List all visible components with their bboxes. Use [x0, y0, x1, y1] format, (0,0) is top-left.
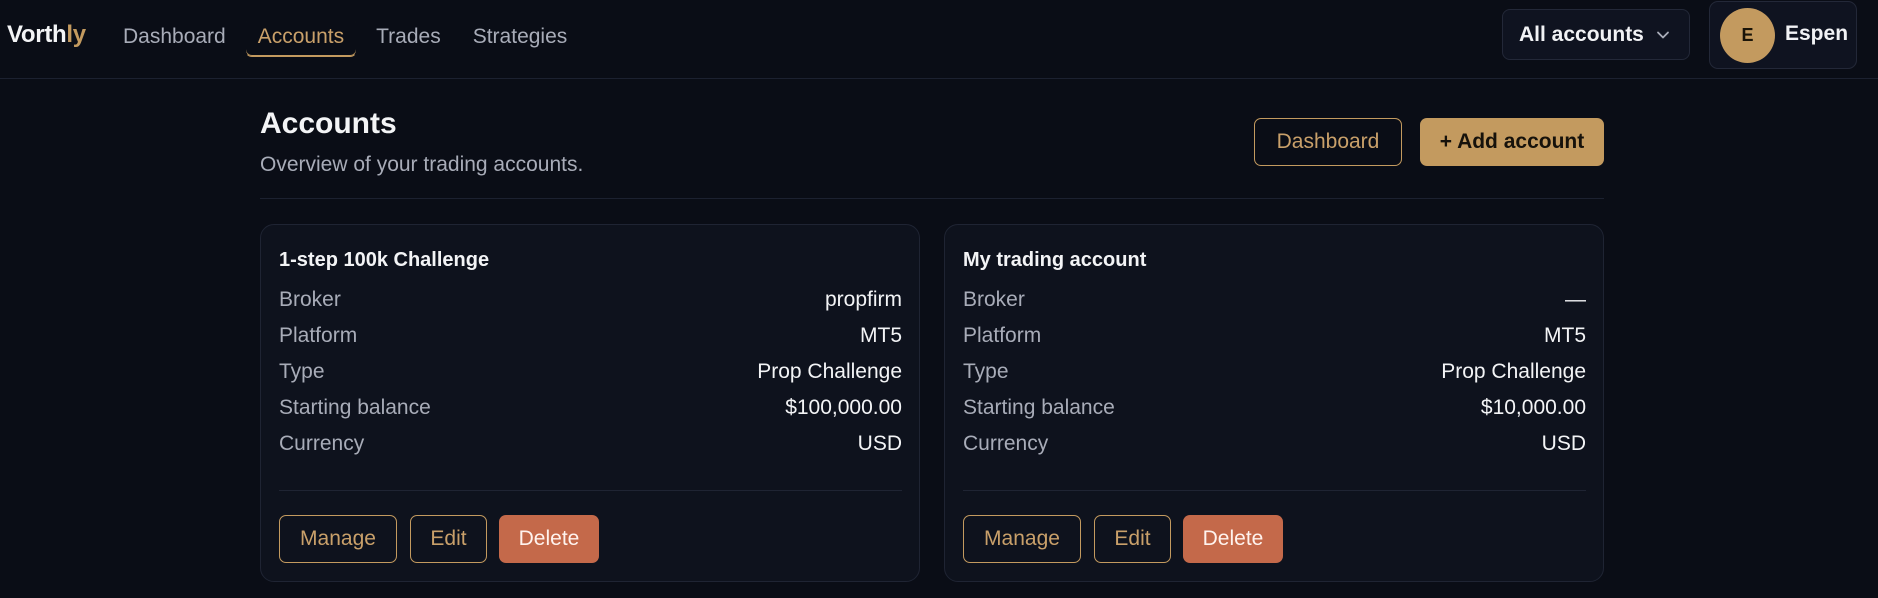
card-divider [279, 490, 902, 491]
currency-row: Currency USD [963, 429, 1586, 459]
starting-balance-row: Starting balance $10,000.00 [963, 393, 1586, 423]
account-name: 1-step 100k Challenge [279, 249, 490, 271]
type-row: Type Prop Challenge [279, 357, 902, 387]
type-label: Type [963, 360, 1009, 383]
type-label: Type [279, 360, 325, 383]
broker-row: Broker — [963, 285, 1586, 315]
edit-button[interactable]: Edit [410, 515, 487, 563]
currency-label: Currency [279, 432, 365, 455]
platform-row: Platform MT5 [279, 321, 902, 351]
user-name: Espen [1785, 22, 1849, 45]
header-divider [260, 198, 1604, 199]
account-filter-select[interactable]: All accounts [1502, 9, 1690, 60]
type-value: Prop Challenge [1441, 360, 1586, 383]
nav-item-dashboard[interactable]: Dashboard [110, 17, 239, 57]
platform-value: MT5 [860, 324, 902, 347]
broker-value: — [1565, 288, 1586, 311]
platform-label: Platform [279, 324, 358, 347]
brand-name-part-2: ly [66, 21, 86, 48]
broker-row: Broker propfirm [279, 285, 902, 315]
account-card: My trading account Broker — Platform MT5… [944, 224, 1604, 582]
currency-row: Currency USD [279, 429, 902, 459]
card-divider [963, 490, 1586, 491]
currency-value: USD [857, 432, 902, 455]
dashboard-button[interactable]: Dashboard [1254, 118, 1402, 166]
platform-row: Platform MT5 [963, 321, 1586, 351]
delete-button[interactable]: Delete [499, 515, 599, 563]
manage-button[interactable]: Manage [279, 515, 397, 563]
type-row: Type Prop Challenge [963, 357, 1586, 387]
broker-value: propfirm [824, 288, 902, 311]
avatar: E [1720, 8, 1775, 63]
account-name: My trading account [963, 249, 1147, 271]
delete-button[interactable]: Delete [1183, 515, 1283, 563]
broker-label: Broker [963, 288, 1025, 311]
starting-balance-value: $100,000.00 [785, 396, 902, 419]
account-filter-value: All accounts [1519, 22, 1644, 46]
chevron-down-icon [1657, 31, 1669, 39]
starting-balance-label: Starting balance [279, 396, 431, 419]
edit-button[interactable]: Edit [1094, 515, 1171, 563]
platform-value: MT5 [1544, 324, 1586, 347]
top-navbar: Vorthly Dashboard Accounts Trades Strate… [0, 0, 1878, 79]
user-menu[interactable]: E Espen [1709, 1, 1857, 69]
brand-logo[interactable]: Vorthly [7, 20, 86, 50]
nav-item-trades[interactable]: Trades [363, 17, 454, 57]
brand-name-part-1: Vorth [7, 21, 67, 48]
nav-item-accounts[interactable]: Accounts [244, 17, 358, 57]
starting-balance-value: $10,000.00 [1480, 396, 1586, 419]
platform-label: Platform [963, 324, 1042, 347]
page-title: Accounts [260, 107, 397, 140]
starting-balance-label: Starting balance [963, 396, 1115, 419]
broker-label: Broker [279, 288, 341, 311]
currency-label: Currency [963, 432, 1049, 455]
manage-button[interactable]: Manage [963, 515, 1081, 563]
add-account-button[interactable]: + Add account [1420, 118, 1604, 166]
starting-balance-row: Starting balance $100,000.00 [279, 393, 902, 423]
account-card: 1-step 100k Challenge Broker propfirm Pl… [260, 224, 920, 582]
type-value: Prop Challenge [757, 360, 902, 383]
main-nav: Dashboard Accounts Trades Strategies [110, 17, 580, 57]
page-subtitle: Overview of your trading accounts. [260, 153, 584, 176]
nav-item-strategies[interactable]: Strategies [460, 17, 581, 57]
currency-value: USD [1541, 432, 1586, 455]
